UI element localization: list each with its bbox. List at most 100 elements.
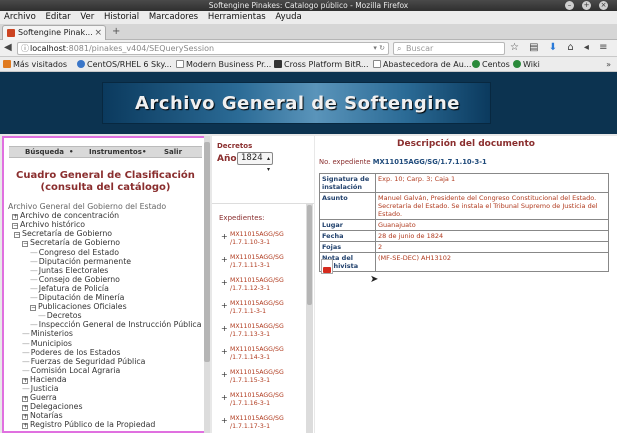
tree-node[interactable]: + Archivo de concentración: [12, 211, 119, 221]
menu-herramientas[interactable]: Herramientas: [208, 12, 266, 22]
home-icon[interactable]: ⌂: [567, 42, 573, 53]
tree-node[interactable]: Archivo General del Gobierno del Estado: [8, 202, 166, 211]
expediente-code: MX11015AGG/SG: [230, 231, 284, 238]
pdf-icon[interactable]: [321, 259, 333, 274]
bookmarks-menu-icon[interactable]: ▤: [529, 42, 538, 53]
tree-node[interactable]: —Comisión Local Agraria: [22, 366, 120, 375]
tree-node[interactable]: − Publicaciones Oficiales: [30, 302, 127, 312]
reload-icon[interactable]: ▾ ↻: [373, 43, 385, 54]
expand-icon[interactable]: +: [22, 414, 28, 421]
tree-node[interactable]: − Archivo histórico: [12, 220, 85, 230]
bookmark-star-icon[interactable]: ☆: [510, 42, 519, 53]
menu-ver[interactable]: Ver: [80, 12, 94, 22]
tree-node[interactable]: —Consejo de Gobierno: [30, 275, 120, 284]
bookmark-modern-business[interactable]: Modern Business Pr...: [176, 57, 271, 72]
tree-node[interactable]: + Registro Público de la Propiedad: [22, 420, 155, 430]
tab-pinakes[interactable]: Softengine Pinak... ×: [2, 25, 106, 40]
expand-icon[interactable]: +: [221, 348, 228, 356]
expand-icon[interactable]: +: [221, 325, 228, 333]
tree-node[interactable]: —Juntas Electorales: [30, 266, 108, 275]
expand-icon[interactable]: +: [221, 233, 228, 241]
tree-node[interactable]: —Congreso del Estado: [30, 248, 119, 257]
bookmark-abastecedora[interactable]: Abastecedora de Au...: [373, 57, 471, 72]
back-arrow-icon[interactable]: ◀: [4, 42, 12, 53]
search-input[interactable]: ⌕ Buscar: [393, 42, 505, 55]
expand-icon[interactable]: +: [221, 371, 228, 379]
expand-icon[interactable]: +: [221, 302, 228, 310]
scroll-thumb[interactable]: [307, 205, 312, 305]
expediente-link[interactable]: + MX11015AGG/SG/1.7.1.16-3-1: [221, 392, 311, 410]
new-tab-button[interactable]: +: [112, 26, 120, 37]
tree-node[interactable]: − Secretaría de Gobierno: [22, 238, 120, 248]
tree-node[interactable]: + Delegaciones: [22, 402, 83, 412]
expand-icon[interactable]: +: [221, 417, 228, 425]
site-info-icon[interactable]: ⓘ: [21, 43, 29, 54]
link-salir[interactable]: Salir: [164, 147, 182, 158]
link-instrumentos[interactable]: Instrumentos: [89, 147, 142, 158]
collapse-icon[interactable]: −: [14, 232, 20, 239]
tree-node[interactable]: —Municipios: [22, 339, 72, 348]
tree-node[interactable]: − Secretaría de Gobierno: [14, 229, 112, 239]
bookmark-cross-platform[interactable]: Cross Platform BitR...: [274, 57, 369, 72]
expand-icon[interactable]: +: [22, 423, 28, 430]
menu-historial[interactable]: Historial: [104, 12, 139, 22]
collapse-icon[interactable]: −: [22, 241, 28, 248]
bookmark-wiki[interactable]: Wiki: [513, 57, 540, 72]
field-value: Exp. 10; Carp. 3; Caja 1: [375, 173, 609, 193]
spinner-arrows-icon[interactable]: ▴ ▾: [267, 153, 270, 175]
bookmark-centos-sky[interactable]: CentOS/RHEL 6 Sky...: [77, 57, 172, 72]
bookmark-mas-visitados[interactable]: Más visitados: [3, 57, 67, 72]
expand-icon[interactable]: +: [22, 396, 28, 403]
expediente-link[interactable]: + MX11015AGG/SG/1.7.1.1-3-1: [221, 300, 311, 318]
expediente-link[interactable]: + MX11015AGG/SG/1.7.1.11-3-1: [221, 254, 311, 272]
expand-icon[interactable]: +: [221, 256, 228, 264]
tree-connector: —: [22, 365, 30, 375]
expand-icon[interactable]: +: [221, 279, 228, 287]
expand-icon[interactable]: +: [221, 394, 228, 402]
menu-marcadores[interactable]: Marcadores: [149, 12, 198, 22]
url-bar[interactable]: ⓘ localhost:8081/pinakes_v404/SEQuerySes…: [17, 42, 389, 55]
expediente-code-suffix: /1.7.1.16-3-1: [230, 400, 271, 407]
expedientes-label: Expedientes:: [219, 214, 265, 222]
hamburger-menu-icon[interactable]: ≡: [599, 42, 607, 53]
tree-node[interactable]: + Hacienda: [22, 375, 67, 384]
downloads-icon[interactable]: ⬇: [549, 42, 557, 53]
expediente-link[interactable]: + MX11015AGG/SG/1.7.1.14-3-1: [221, 346, 311, 364]
tree-node[interactable]: —Inspección General de Instrucción Públi…: [30, 320, 202, 329]
expediente-link[interactable]: + MX11015AGG/SG/1.7.1.10-3-1: [221, 231, 311, 249]
expediente-link[interactable]: + MX11015AGG/SG/1.7.1.13-3-1: [221, 323, 311, 341]
close-window-icon[interactable]: ×: [599, 1, 608, 10]
tree-node[interactable]: —Diputación de Minería: [30, 293, 124, 302]
expand-icon[interactable]: +: [22, 405, 28, 412]
tree-node[interactable]: + Notarías: [22, 411, 63, 421]
tree-node[interactable]: + Guerra: [22, 393, 57, 403]
expediente-link[interactable]: + MX11015AGG/SG/1.7.1.15-3-1: [221, 369, 311, 387]
bookmarks-overflow-icon[interactable]: »: [606, 57, 611, 72]
tree-node[interactable]: —Diputación permanente: [30, 257, 131, 266]
expand-icon[interactable]: +: [22, 377, 28, 384]
link-busqueda[interactable]: Búsqueda: [25, 147, 64, 158]
maximize-icon[interactable]: +: [582, 1, 591, 10]
tree-node[interactable]: —Justicia: [22, 384, 59, 393]
pocket-icon[interactable]: ◂: [584, 42, 589, 53]
expediente-link[interactable]: + MX11015AGG/SG/1.7.1.12-3-1: [221, 277, 311, 295]
bookmark-centos[interactable]: Centos: [472, 57, 510, 72]
menu-editar[interactable]: Editar: [45, 12, 70, 22]
tree-node[interactable]: —Poderes de los Estados: [22, 348, 120, 357]
expediente-link[interactable]: + MX11015AGG/SG/1.7.1.17-3-1: [221, 415, 311, 433]
menu-archivo[interactable]: Archivo: [4, 12, 36, 22]
tab-close-icon[interactable]: ×: [94, 26, 102, 40]
anio-select[interactable]: 1824 ▴ ▾: [237, 152, 273, 173]
collapse-icon[interactable]: −: [12, 223, 18, 230]
tree-node[interactable]: —Decretos: [38, 311, 82, 320]
scroll-thumb[interactable]: [204, 142, 210, 362]
tree-node[interactable]: —Ministerios: [22, 329, 73, 338]
expand-icon[interactable]: +: [12, 214, 18, 221]
left-scrollbar[interactable]: [204, 136, 210, 433]
menu-ayuda[interactable]: Ayuda: [275, 12, 301, 22]
tree-node[interactable]: —Fuerzas de Seguridad Pública: [22, 357, 145, 366]
tree-node[interactable]: —Jefatura de Policía: [30, 284, 109, 293]
mid-scrollbar[interactable]: [306, 203, 313, 433]
collapse-icon[interactable]: −: [30, 305, 36, 312]
minimize-icon[interactable]: –: [565, 1, 574, 10]
